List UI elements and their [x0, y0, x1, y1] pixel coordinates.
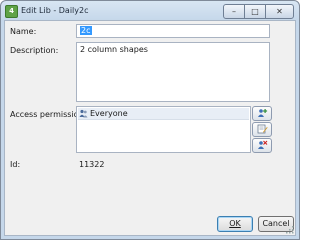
edit-permission-button[interactable] [252, 122, 272, 137]
window-title: Edit Lib - Daily2c [21, 6, 89, 15]
resize-grip[interactable] [286, 226, 294, 234]
dialog-window: 4 Edit Lib - Daily2c – □ ✕ Name: 2c Desc… [0, 0, 300, 240]
ok-button-label: OK [229, 219, 241, 228]
close-button[interactable]: ✕ [265, 4, 294, 19]
remove-user-button[interactable] [252, 138, 272, 153]
id-value: 11322 [79, 160, 105, 169]
app-icon: 4 [5, 5, 18, 18]
ok-button[interactable]: OK [217, 216, 253, 232]
remove-user-icon [257, 140, 268, 152]
minimize-button[interactable]: – [223, 4, 245, 19]
maximize-button[interactable]: □ [244, 4, 266, 19]
title-bar[interactable]: 4 Edit Lib - Daily2c – □ ✕ [1, 1, 299, 21]
name-label: Name: [10, 27, 37, 36]
description-value: 2 column shapes [80, 45, 148, 54]
add-user-icon [257, 108, 268, 120]
dialog-client-area: Name: 2c Description: 2 column shapes Ac… [4, 20, 296, 236]
name-input[interactable]: 2c [76, 24, 270, 38]
permissions-list[interactable]: Everyone [76, 106, 251, 153]
add-user-button[interactable] [252, 106, 272, 121]
description-label: Description: [10, 46, 59, 55]
id-label: Id: [10, 160, 21, 169]
window-controls: – □ ✕ [223, 4, 294, 19]
list-item[interactable]: Everyone [78, 108, 249, 120]
name-input-value: 2c [80, 26, 92, 35]
description-textarea[interactable]: 2 column shapes [76, 42, 270, 102]
edit-permission-icon [257, 124, 268, 136]
users-icon [79, 109, 88, 118]
permission-label: Everyone [90, 109, 128, 118]
